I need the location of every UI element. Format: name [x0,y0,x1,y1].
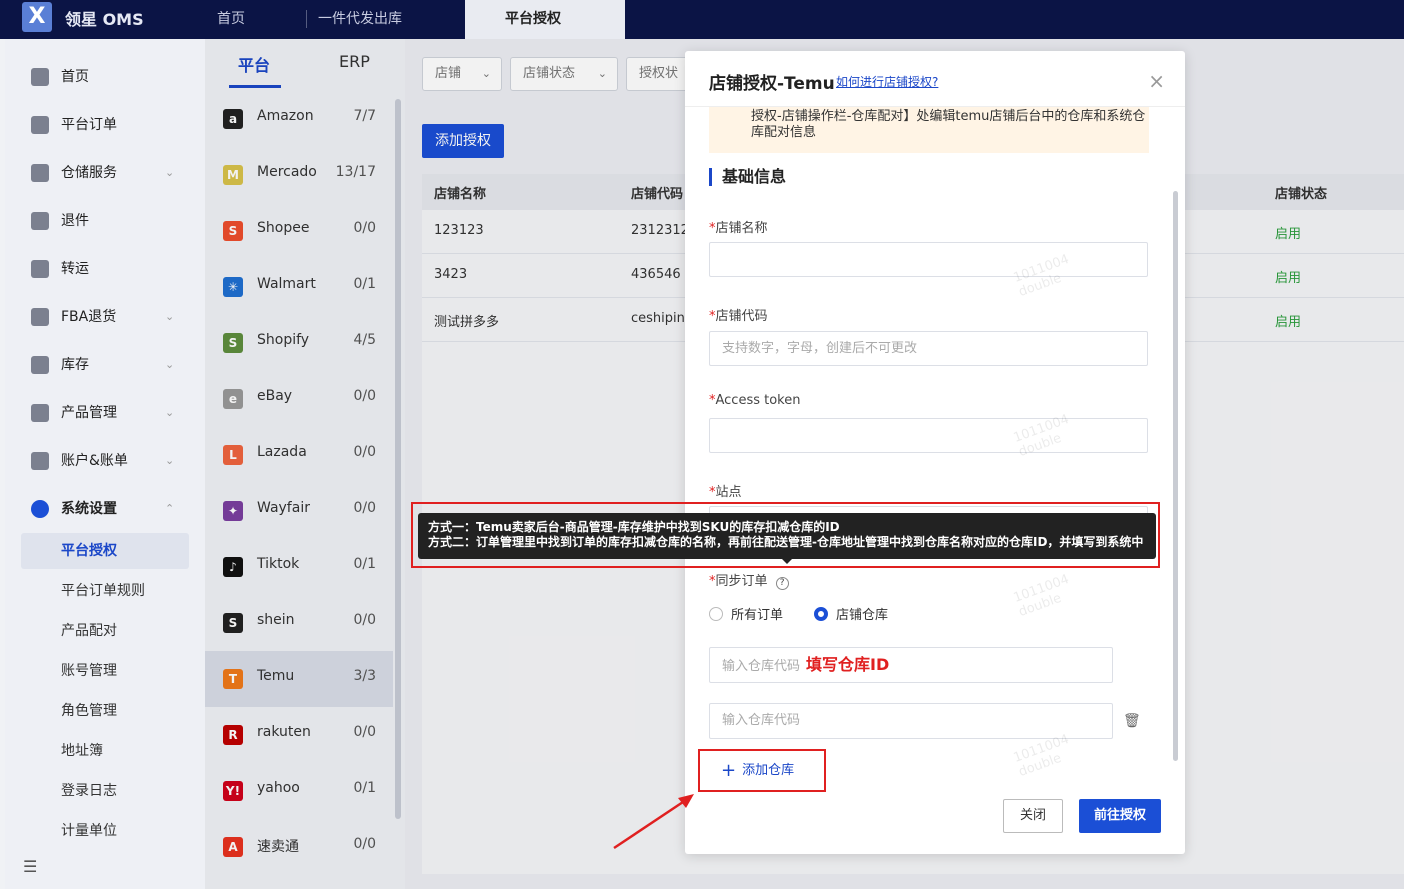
tab-separator [306,10,307,28]
sidebar-item-label: 首页 [61,69,89,85]
sync-orders-label: *同步订单 ? [709,570,789,590]
help-icon[interactable]: ? [775,577,789,590]
sidebar-item-label: 退件 [61,213,89,229]
sidebar-item-system-settings[interactable]: 系统设置 ⌃ [5,489,205,529]
sidebar-subitem-address-book[interactable]: 地址簿 [21,733,189,769]
radio-label: 所有订单 [731,608,784,623]
sidebar-subitem-account-mgmt[interactable]: 账号管理 [21,653,189,689]
chevron-down-icon: ⌄ [165,406,175,419]
help-link[interactable]: 如何进行店铺授权? [836,73,938,90]
sidebar-item-warehouse-service[interactable]: 仓储服务 ⌄ [5,153,205,193]
annotation-arrow-icon [613,794,694,850]
sidebar-subitem-platform-auth[interactable]: 平台授权 [21,533,189,569]
logo-icon: X [22,2,52,32]
label-text: Access token [715,393,801,408]
label-text: 店铺名称 [715,221,768,236]
tab-dropship-outbound[interactable]: 一件代发出库 [318,0,402,39]
sidebar-subitem-login-log[interactable]: 登录日志 [21,773,189,809]
sidebar: 首页 平台订单 仓储服务 ⌄ 退件 转运 FBA退货 ⌄ 库存 ⌄ 产品管理 ⌄… [5,39,205,889]
home-icon [31,68,49,86]
go-authorize-button[interactable]: 前往授权 [1079,799,1161,833]
trash-icon[interactable]: 🗑 [1123,713,1141,729]
watermark: 1011004 double [1012,572,1077,620]
warehouse-icon [31,164,49,182]
order-icon [31,116,49,134]
shop-code-label: *店铺代码 [709,305,768,324]
sidebar-item-label: 系统设置 [61,501,117,517]
sidebar-subitem-product-pairing[interactable]: 产品配对 [21,613,189,649]
chevron-down-icon: ⌄ [165,358,175,371]
site-label: *站点 [709,481,742,500]
radio-shop-warehouse[interactable]: 店铺仓库 [814,604,888,623]
dialog-title: 店铺授权-Temu [709,74,835,94]
chevron-down-icon: ⌄ [165,310,175,323]
sidebar-item-product-mgmt[interactable]: 产品管理 ⌄ [5,393,205,433]
watermark: 1011004 double [1012,732,1077,780]
annotation-highlight-box [698,749,826,792]
shop-name-input[interactable] [709,242,1148,277]
access-token-label: *Access token [709,393,801,408]
sidebar-item-label: 仓储服务 [61,165,117,181]
sidebar-item-returns[interactable]: 退件 [5,201,205,241]
sidebar-subitem-order-rules[interactable]: 平台订单规则 [21,573,189,609]
transfer-icon [31,260,49,278]
return-icon [31,212,49,230]
sidebar-item-account-billing[interactable]: 账户&账单 ⌄ [5,441,205,481]
fba-icon [31,308,49,326]
shop-auth-dialog: 店铺授权-Temu 如何进行店铺授权? × 授权-店铺操作栏-仓库配对】处编辑t… [685,51,1185,854]
shop-code-input[interactable]: 支持数字，字母，创建后不可更改 [709,331,1148,366]
product-icon [31,404,49,422]
chevron-down-icon: ⌄ [165,454,175,467]
close-button[interactable]: 关闭 [1003,799,1063,833]
settings-icon [31,500,49,518]
radio-checked-icon [814,607,828,621]
sidebar-item-label: 库存 [61,357,89,373]
tab-platform-auth[interactable]: 平台授权 [465,0,625,39]
sidebar-item-label: 平台订单 [61,117,117,133]
app-title: 领星 OMS [65,10,144,29]
input-placeholder: 输入仓库代码 [722,659,801,674]
sidebar-item-home[interactable]: 首页 [5,57,205,97]
account-icon [31,452,49,470]
sidebar-item-label: 转运 [61,261,89,277]
radio-label: 店铺仓库 [836,608,889,623]
radio-circle-icon [709,607,723,621]
dialog-scrollbar[interactable] [1173,191,1178,761]
radio-all-orders[interactable]: 所有订单 [709,604,783,623]
warning-text: 授权-店铺操作栏-仓库配对】处编辑temu店铺后台中的仓库和系统仓库配对信息 [751,109,1146,140]
menu-collapse-icon[interactable]: ☰ [23,857,37,876]
label-text: 店铺代码 [715,309,768,324]
sidebar-item-platform-orders[interactable]: 平台订单 [5,105,205,145]
sidebar-subitem-role-mgmt[interactable]: 角色管理 [21,693,189,729]
close-icon[interactable]: × [1148,69,1165,93]
sidebar-item-transfer[interactable]: 转运 [5,249,205,289]
chevron-down-icon: ⌄ [165,166,175,179]
access-token-input[interactable] [709,418,1148,453]
label-text: 同步订单 [715,574,768,589]
fill-hint-annotation: 填写仓库ID [806,655,890,674]
warehouse-code-input[interactable]: 输入仓库代码 [709,703,1113,739]
warning-notice: 授权-店铺操作栏-仓库配对】处编辑temu店铺后台中的仓库和系统仓库配对信息 [709,107,1149,153]
sidebar-item-inventory[interactable]: 库存 ⌄ [5,345,205,385]
sidebar-subitem-units[interactable]: 计量单位 [21,813,189,849]
label-text: 站点 [715,485,742,500]
annotation-highlight-box [411,502,1160,568]
sidebar-item-label: FBA退货 [61,309,117,325]
warehouse-code-input[interactable]: 输入仓库代码 填写仓库ID [709,647,1113,683]
sidebar-item-label: 账户&账单 [61,453,128,469]
tab-home[interactable]: 首页 [217,0,245,39]
section-title: 基础信息 [709,168,786,186]
top-bar: X 领星 OMS 首页 一件代发出库 平台授权 [0,0,1404,39]
inventory-icon [31,356,49,374]
sidebar-item-fba-returns[interactable]: FBA退货 ⌄ [5,297,205,337]
sidebar-item-label: 产品管理 [61,405,117,421]
shop-name-label: *店铺名称 [709,217,768,236]
chevron-up-icon: ⌃ [165,502,175,515]
